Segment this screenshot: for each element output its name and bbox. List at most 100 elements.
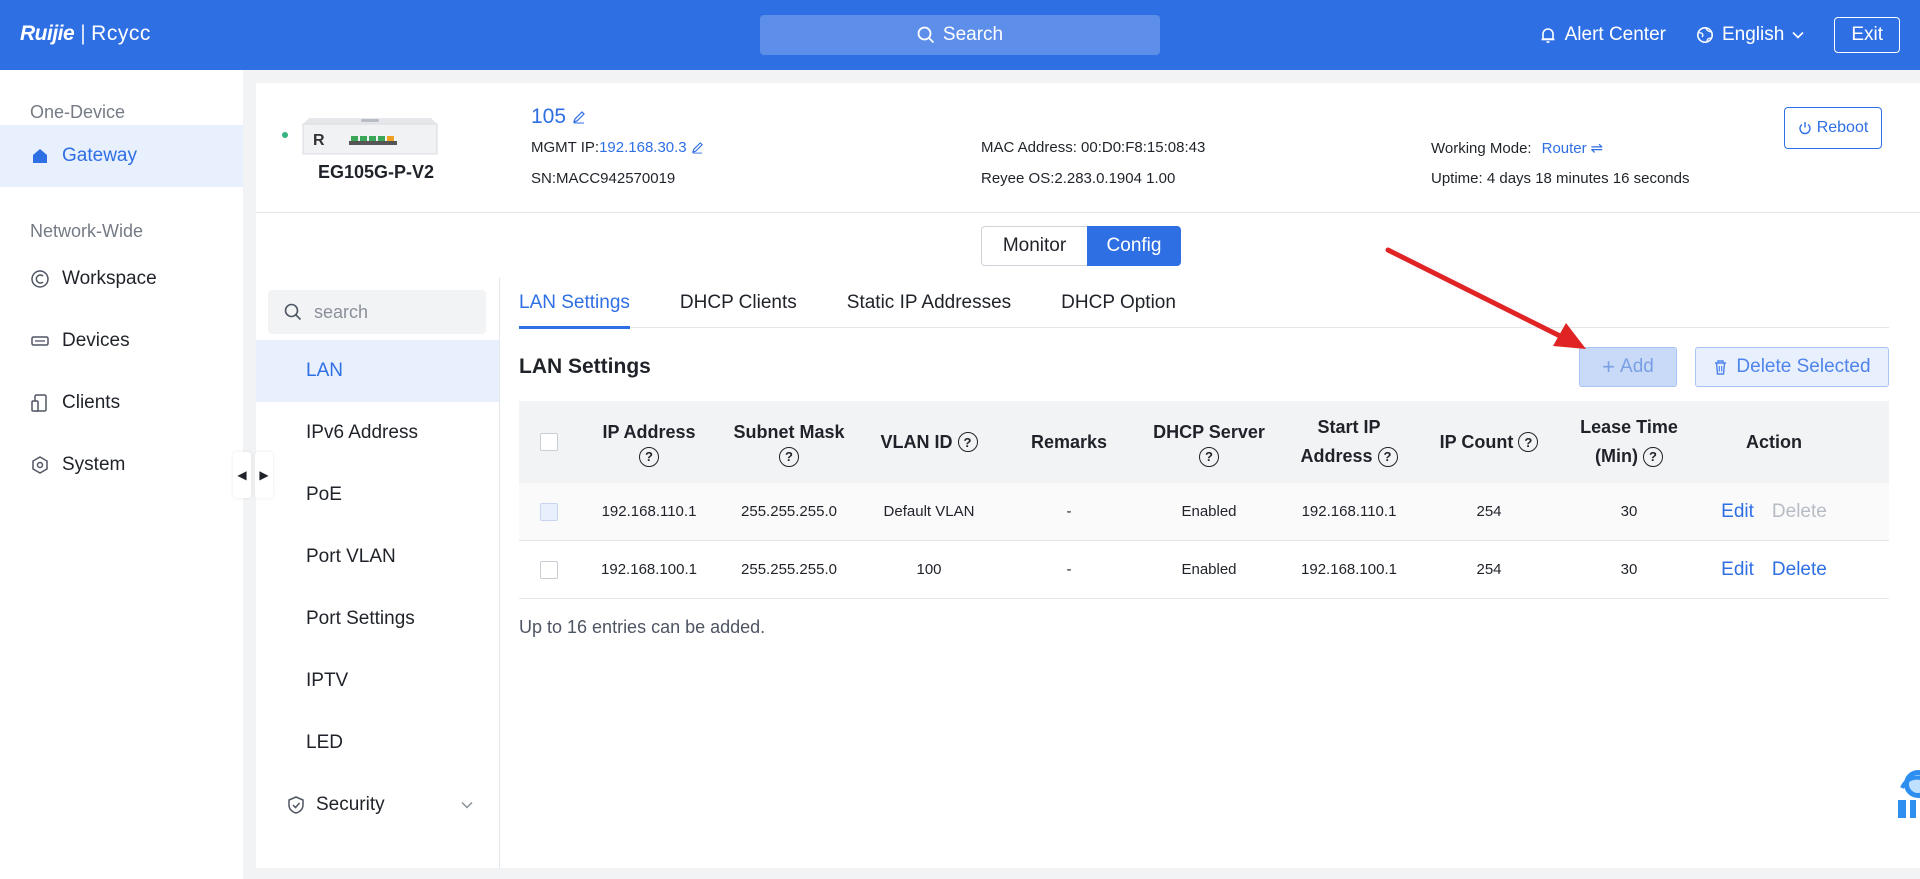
nav-item-label: System xyxy=(62,454,126,475)
header-vlan-id: VLAN ID? xyxy=(859,428,999,457)
submenu-item-led[interactable]: LED xyxy=(256,712,499,774)
add-button[interactable]: + Add xyxy=(1579,347,1677,387)
cell-start-ip: 192.168.100.1 xyxy=(1301,561,1397,578)
submenu-item-iptv[interactable]: IPTV xyxy=(256,650,499,712)
add-label: Add xyxy=(1620,356,1654,377)
row-checkbox[interactable] xyxy=(540,502,558,521)
submenu-group-security[interactable]: Security xyxy=(256,774,499,836)
config-tab[interactable]: Config xyxy=(1087,226,1181,266)
submenu-item-poe[interactable]: PoE xyxy=(256,464,499,526)
working-mode-link[interactable]: Router xyxy=(1542,140,1587,157)
device-name-text: 105 xyxy=(531,105,567,128)
trash-icon xyxy=(1715,360,1727,375)
monitor-tab[interactable]: Monitor xyxy=(981,226,1087,266)
nav-item-workspace[interactable]: Workspace xyxy=(0,248,243,310)
header-label: (Min) xyxy=(1595,446,1638,466)
tab-lan-settings[interactable]: LAN Settings xyxy=(519,278,630,329)
submenu-item-ipv6-address[interactable]: IPv6 Address xyxy=(256,402,499,464)
submenu-search-placeholder: search xyxy=(314,301,369,322)
nav-item-label: Clients xyxy=(62,392,121,413)
nav-section-network-wide: Network-Wide xyxy=(30,221,144,241)
header-subnet-mask: Subnet Mask ? xyxy=(719,418,859,467)
cell-ip-address: 192.168.100.1 xyxy=(601,561,697,578)
device-name[interactable]: 105 xyxy=(531,105,586,129)
delete-selected-button[interactable]: Delete Selected xyxy=(1695,347,1889,387)
header-label: Remarks xyxy=(1030,431,1108,452)
edit-button[interactable]: Edit xyxy=(1721,559,1754,581)
header-dhcp-server: DHCP Server ? xyxy=(1139,418,1279,467)
collapse-right-icon[interactable]: ▶ xyxy=(255,452,273,498)
cell-vlan-id: 100 xyxy=(916,561,942,578)
nav-item-label: Gateway xyxy=(62,145,137,166)
row-checkbox[interactable] xyxy=(540,560,558,579)
device-image-badge: R xyxy=(313,132,325,149)
uptime: Uptime: 4 days 18 minutes 16 seconds xyxy=(1431,170,1690,187)
global-search-button[interactable]: Search xyxy=(760,15,1160,55)
alert-center-button[interactable]: Alert Center xyxy=(1539,24,1666,46)
submenu-item-lan[interactable]: LAN xyxy=(256,340,499,402)
help-icon[interactable]: ? xyxy=(957,432,978,452)
select-all-cell xyxy=(519,433,579,451)
workspace-icon xyxy=(31,270,49,288)
switch-mode-icon[interactable]: ⇌ xyxy=(1591,139,1604,157)
tab-dhcp-option[interactable]: DHCP Option xyxy=(1061,278,1176,328)
mac-address: MAC Address: 00:D0:F8:15:08:43 xyxy=(981,139,1206,156)
cell-dhcp-server: Enabled xyxy=(1181,561,1237,578)
header-start-ip-address: Start IP Address? xyxy=(1279,413,1419,471)
plus-icon: + xyxy=(1602,354,1616,379)
cell-lease-time: 30 xyxy=(1620,503,1638,520)
header-label: IP Count xyxy=(1439,431,1514,452)
brand-logo[interactable]: Ruijie | Rcycc xyxy=(20,22,151,46)
submenu-item-port-settings[interactable]: Port Settings xyxy=(256,588,499,650)
cell-dhcp-server: Enabled xyxy=(1181,503,1237,520)
edit-button[interactable]: Edit xyxy=(1721,501,1754,523)
header-action: Action xyxy=(1699,428,1849,457)
submenu-item-port-vlan[interactable]: Port VLAN xyxy=(256,526,499,588)
language-selector[interactable]: English xyxy=(1696,24,1804,46)
header-remarks: Remarks xyxy=(999,428,1139,457)
select-all-checkbox[interactable] xyxy=(540,433,558,451)
nav-item-label: Devices xyxy=(62,330,130,351)
reboot-button[interactable]: Reboot xyxy=(1784,107,1882,149)
header-lease-time: Lease Time (Min)? xyxy=(1559,413,1699,471)
header-label: Address xyxy=(1300,446,1373,466)
logo-divider: | xyxy=(80,22,86,45)
cell-ip-count: 254 xyxy=(1476,503,1502,520)
help-icon[interactable]: ? xyxy=(1199,446,1219,467)
submenu-search-input[interactable]: search xyxy=(268,290,486,334)
sidebar-collapse-toggle[interactable]: ◀ ▶ xyxy=(233,452,273,498)
brand-secondary: Rcycc xyxy=(91,22,151,45)
cell-actions: Edit Delete xyxy=(1699,501,1849,523)
mgmt-ip-label: MGMT IP: xyxy=(531,139,600,156)
mode-switch: Monitor Config xyxy=(981,226,1181,266)
collapse-left-icon[interactable]: ◀ xyxy=(233,452,251,498)
language-label: English xyxy=(1721,24,1785,45)
edit-pencil-icon[interactable] xyxy=(691,141,704,154)
help-icon[interactable]: ? xyxy=(1377,446,1398,467)
tab-static-ip-addresses[interactable]: Static IP Addresses xyxy=(847,278,1011,328)
delete-button[interactable]: Delete xyxy=(1772,559,1827,581)
tab-dhcp-clients[interactable]: DHCP Clients xyxy=(680,278,797,328)
nav-item-clients[interactable]: Clients xyxy=(0,372,243,434)
help-icon[interactable]: ? xyxy=(1518,432,1539,452)
delete-button[interactable]: Delete xyxy=(1772,501,1827,523)
device-info-card: R EG105G-P-V2 105 MGMT IP: 192.168.30.3 … xyxy=(256,83,1920,213)
exit-button[interactable]: Exit xyxy=(1834,17,1900,53)
table-header: IP Address ? Subnet Mask ? VLAN ID? Rema… xyxy=(519,401,1889,483)
config-submenu: search LAN IPv6 Address PoE Port VLAN Po… xyxy=(256,278,500,868)
assistant-icon[interactable] xyxy=(1888,760,1920,820)
working-mode-row: Working Mode: Router ⇌ xyxy=(1431,139,1604,158)
help-icon[interactable]: ? xyxy=(639,446,659,467)
help-icon[interactable]: ? xyxy=(779,446,799,467)
help-icon[interactable]: ? xyxy=(1642,446,1663,467)
cell-ip-address: 192.168.110.1 xyxy=(601,503,697,520)
shield-icon xyxy=(288,796,304,814)
table-row: 192.168.110.1 255.255.255.0 Default VLAN… xyxy=(519,483,1889,541)
search-icon xyxy=(284,303,302,321)
mgmt-ip-link[interactable]: 192.168.30.3 xyxy=(599,139,687,156)
edit-pencil-icon[interactable] xyxy=(572,110,586,124)
cell-start-ip: 192.168.110.1 xyxy=(1301,503,1397,520)
nav-item-gateway[interactable]: Gateway xyxy=(0,125,243,187)
nav-item-devices[interactable]: Devices xyxy=(0,310,243,372)
nav-item-system[interactable]: System xyxy=(0,434,243,496)
